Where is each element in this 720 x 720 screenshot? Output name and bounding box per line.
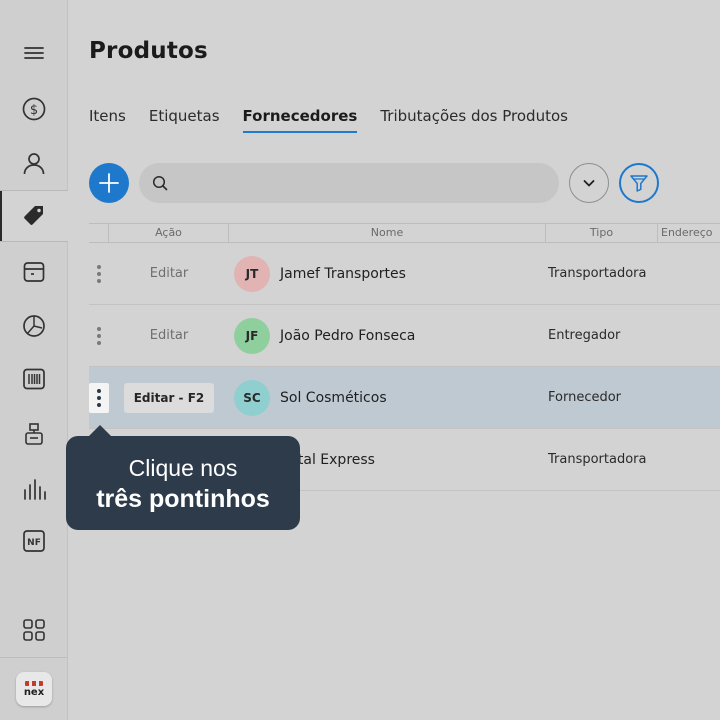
tab-etiquetas[interactable]: Etiquetas: [149, 107, 220, 133]
pie-chart-icon: [23, 315, 45, 337]
column-header-acao[interactable]: Ação: [108, 224, 228, 242]
menu-button[interactable]: [0, 27, 68, 79]
logo-mark: [25, 680, 43, 686]
sidebar-item-nf[interactable]: NF: [0, 515, 68, 567]
avatar: JF: [234, 318, 270, 354]
sidebar-item-estatisticas[interactable]: [0, 463, 68, 515]
table-row-selected[interactable]: Editar - F2 SC Sol Cosméticos Fornecedor: [89, 367, 720, 429]
search-bar[interactable]: [139, 163, 559, 203]
sidebar-item-estoque[interactable]: [0, 246, 68, 298]
sidebar-item-relatorios[interactable]: [0, 300, 68, 352]
chevron-down-icon: [583, 180, 595, 187]
nf-icon: NF: [23, 530, 45, 552]
tab-itens[interactable]: Itens: [89, 107, 126, 133]
user-icon: [23, 153, 45, 175]
row-actions-menu-highlighted[interactable]: [89, 383, 109, 413]
sidebar-item-produtos[interactable]: [0, 190, 68, 242]
row-name: João Pedro Fonseca: [280, 328, 416, 344]
table-header: Ação Nome Tipo Endereço: [89, 223, 720, 243]
row-tipo: Transportadora: [548, 452, 647, 467]
nex-logo[interactable]: nex: [16, 672, 52, 706]
column-header-tipo[interactable]: Tipo: [545, 224, 657, 242]
edit-button[interactable]: Editar: [129, 243, 209, 305]
tabs: Itens Etiquetas Fornecedores Tributações…: [89, 107, 591, 133]
row-name: ital Express: [294, 452, 375, 468]
sidebar-item-codigos[interactable]: [0, 353, 68, 405]
tab-fornecedores[interactable]: Fornecedores: [242, 107, 357, 133]
barcode-icon: [23, 368, 45, 390]
avatar: SC: [234, 380, 270, 416]
menu-icon: [24, 47, 44, 59]
edit-button[interactable]: Editar: [129, 305, 209, 367]
sidebar-item-apps[interactable]: [0, 604, 68, 656]
sidebar-item-caixa[interactable]: [0, 408, 68, 460]
expand-button[interactable]: [569, 163, 609, 203]
plus-icon: [99, 173, 119, 193]
tab-tributacoes[interactable]: Tributações dos Produtos: [380, 107, 568, 133]
tooltip-line-2: três pontinhos: [96, 485, 270, 513]
box-icon: [23, 262, 45, 282]
edit-f2-button[interactable]: Editar - F2: [124, 383, 214, 413]
tooltip-line-1: Clique nos: [128, 455, 238, 481]
cash-register-icon: [25, 423, 43, 445]
filter-button[interactable]: [619, 163, 659, 203]
bar-chart-icon: [24, 479, 46, 500]
svg-text:$: $: [30, 103, 38, 118]
dollar-circle-icon: $: [22, 97, 46, 121]
avatar: JT: [234, 256, 270, 292]
search-icon: [152, 175, 168, 191]
row-tipo: Entregador: [548, 328, 621, 343]
column-header-nome[interactable]: Nome: [228, 224, 545, 242]
sidebar-divider: [0, 657, 68, 658]
row-tipo: Transportadora: [548, 266, 647, 281]
filter-icon: [630, 175, 648, 192]
hint-tooltip: Clique nos três pontinhos: [66, 425, 300, 530]
row-actions-menu[interactable]: [89, 243, 109, 305]
logo-text: nex: [23, 686, 45, 698]
sidebar: $ NF nex: [0, 0, 68, 720]
page-title: Produtos: [89, 38, 208, 64]
search-input[interactable]: [176, 175, 536, 191]
add-button[interactable]: [89, 163, 129, 203]
table-row[interactable]: Editar JF João Pedro Fonseca Entregador: [89, 305, 720, 367]
sidebar-item-clientes[interactable]: [0, 137, 68, 189]
row-actions-menu[interactable]: [89, 305, 109, 367]
nf-label: NF: [27, 538, 41, 548]
table-row[interactable]: Editar JT Jamef Transportes Transportado…: [89, 243, 720, 305]
apps-grid-icon: [23, 619, 45, 641]
column-header-endereco[interactable]: Endereço: [657, 224, 720, 242]
row-name: Jamef Transportes: [280, 266, 406, 282]
row-tipo: Fornecedor: [548, 390, 622, 405]
tag-icon: [24, 206, 43, 225]
row-name: Sol Cosméticos: [280, 390, 387, 406]
sidebar-item-financeiro[interactable]: $: [0, 83, 68, 135]
